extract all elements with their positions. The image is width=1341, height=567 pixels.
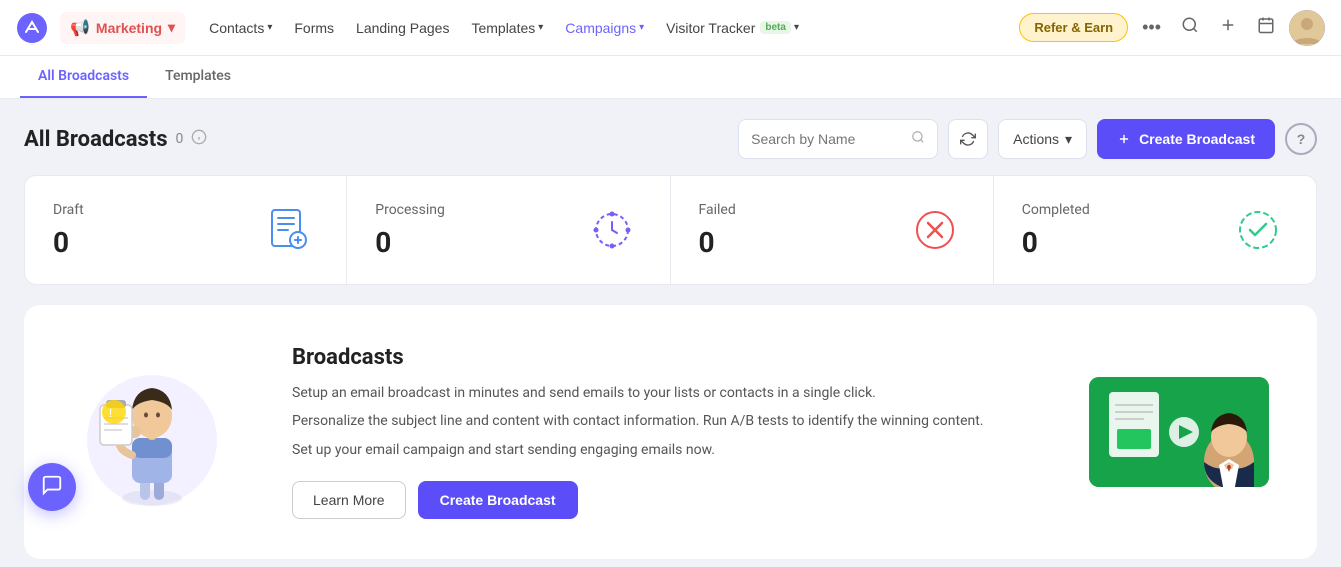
failed-value: 0 bbox=[699, 226, 736, 259]
processing-icon bbox=[582, 200, 642, 260]
illustration: ! bbox=[72, 350, 232, 514]
question-icon: ? bbox=[1297, 131, 1306, 147]
megaphone-icon: 📢 bbox=[70, 18, 90, 38]
calendar-icon bbox=[1257, 16, 1275, 39]
completed-icon bbox=[1228, 200, 1288, 260]
broadcast-actions: Learn More Create Broadcast bbox=[292, 481, 1029, 519]
notifications-button[interactable] bbox=[1251, 12, 1281, 43]
failed-icon bbox=[905, 200, 965, 260]
topnav-right: Refer & Earn ••• bbox=[1019, 10, 1325, 46]
stat-cards: Draft 0 Processing 0 bbox=[24, 175, 1317, 289]
video-thumbnail[interactable] bbox=[1089, 377, 1269, 487]
tab-templates[interactable]: Templates bbox=[147, 56, 249, 98]
count-badge: 0 bbox=[176, 131, 184, 147]
refer-earn-button[interactable]: Refer & Earn bbox=[1019, 13, 1128, 42]
broadcast-title: Broadcasts bbox=[292, 345, 1029, 370]
visitor-tracker-chevron-icon: ▾ bbox=[794, 22, 799, 33]
stat-section: Draft 0 Processing 0 bbox=[0, 175, 1341, 289]
page-title-group: All Broadcasts 0 bbox=[24, 127, 207, 152]
campaigns-chevron-icon: ▾ bbox=[639, 22, 644, 33]
actions-button[interactable]: Actions ▾ bbox=[998, 119, 1087, 159]
create-broadcast-button-2[interactable]: Create Broadcast bbox=[418, 481, 578, 519]
failed-label: Failed bbox=[699, 202, 736, 218]
app-switcher-button[interactable]: 📢 Marketing ▾ bbox=[60, 12, 185, 44]
broadcast-text-1: Setup an email broadcast in minutes and … bbox=[292, 382, 1029, 404]
plus-icon bbox=[1219, 16, 1237, 39]
user-avatar[interactable] bbox=[1289, 10, 1325, 46]
tab-bar: All Broadcasts Templates bbox=[0, 56, 1341, 99]
draft-icon bbox=[258, 200, 318, 260]
app-chevron-icon: ▾ bbox=[168, 19, 175, 36]
app-logo[interactable] bbox=[16, 12, 48, 44]
broadcast-empty: ! Broadcasts Setup an email broadcast in… bbox=[24, 305, 1317, 559]
create-broadcast-button[interactable]: Create Broadcast bbox=[1097, 119, 1275, 159]
app-name-label: Marketing bbox=[96, 20, 162, 36]
nav-forms[interactable]: Forms bbox=[284, 14, 344, 42]
draft-label: Draft bbox=[53, 202, 84, 218]
chat-icon bbox=[41, 474, 63, 501]
add-button[interactable] bbox=[1213, 12, 1243, 43]
search-icon bbox=[1181, 16, 1199, 39]
completed-value: 0 bbox=[1022, 226, 1090, 259]
stat-card-processing: Processing 0 bbox=[347, 175, 670, 285]
broadcast-text-2: Personalize the subject line and content… bbox=[292, 410, 1029, 432]
thumbnail-bg bbox=[1089, 377, 1269, 487]
info-icon[interactable] bbox=[191, 129, 207, 149]
processing-value: 0 bbox=[375, 226, 445, 259]
ellipsis-icon: ••• bbox=[1142, 17, 1161, 38]
search-button[interactable] bbox=[1175, 12, 1205, 43]
contacts-chevron-icon: ▾ bbox=[267, 22, 272, 33]
main-nav: Contacts ▾ Forms Landing Pages Templates… bbox=[199, 14, 1015, 42]
search-box[interactable] bbox=[738, 119, 938, 159]
nav-landing-pages[interactable]: Landing Pages bbox=[346, 14, 459, 42]
page-title: All Broadcasts bbox=[24, 127, 168, 152]
refresh-button[interactable] bbox=[948, 119, 988, 159]
topnav: 📢 Marketing ▾ Contacts ▾ Forms Landing P… bbox=[0, 0, 1341, 56]
actions-chevron-icon: ▾ bbox=[1065, 131, 1072, 148]
svg-text:!: ! bbox=[109, 406, 112, 420]
nav-contacts[interactable]: Contacts ▾ bbox=[199, 14, 282, 42]
help-button[interactable]: ? bbox=[1285, 123, 1317, 155]
processing-label: Processing bbox=[375, 202, 445, 218]
page-actions: Actions ▾ Create Broadcast ? bbox=[738, 119, 1317, 159]
broadcast-info: Broadcasts Setup an email broadcast in m… bbox=[292, 345, 1029, 519]
draft-value: 0 bbox=[53, 226, 84, 259]
tab-all-broadcasts[interactable]: All Broadcasts bbox=[20, 56, 147, 98]
broadcast-text-3: Set up your email campaign and start sen… bbox=[292, 439, 1029, 461]
nav-templates[interactable]: Templates ▾ bbox=[461, 14, 553, 42]
learn-more-button[interactable]: Learn More bbox=[292, 481, 406, 519]
chat-widget-button[interactable] bbox=[28, 463, 76, 511]
search-icon bbox=[911, 130, 925, 148]
stat-card-draft: Draft 0 bbox=[24, 175, 347, 285]
templates-chevron-icon: ▾ bbox=[538, 22, 543, 33]
search-input[interactable] bbox=[751, 131, 911, 147]
nav-visitor-tracker[interactable]: Visitor Tracker beta ▾ bbox=[656, 14, 809, 42]
stat-card-failed: Failed 0 bbox=[671, 175, 994, 285]
nav-campaigns[interactable]: Campaigns ▾ bbox=[555, 14, 654, 42]
completed-label: Completed bbox=[1022, 202, 1090, 218]
more-options-button[interactable]: ••• bbox=[1136, 13, 1167, 42]
page-header: All Broadcasts 0 Actions ▾ bbox=[0, 99, 1341, 175]
stat-card-completed: Completed 0 bbox=[994, 175, 1317, 285]
